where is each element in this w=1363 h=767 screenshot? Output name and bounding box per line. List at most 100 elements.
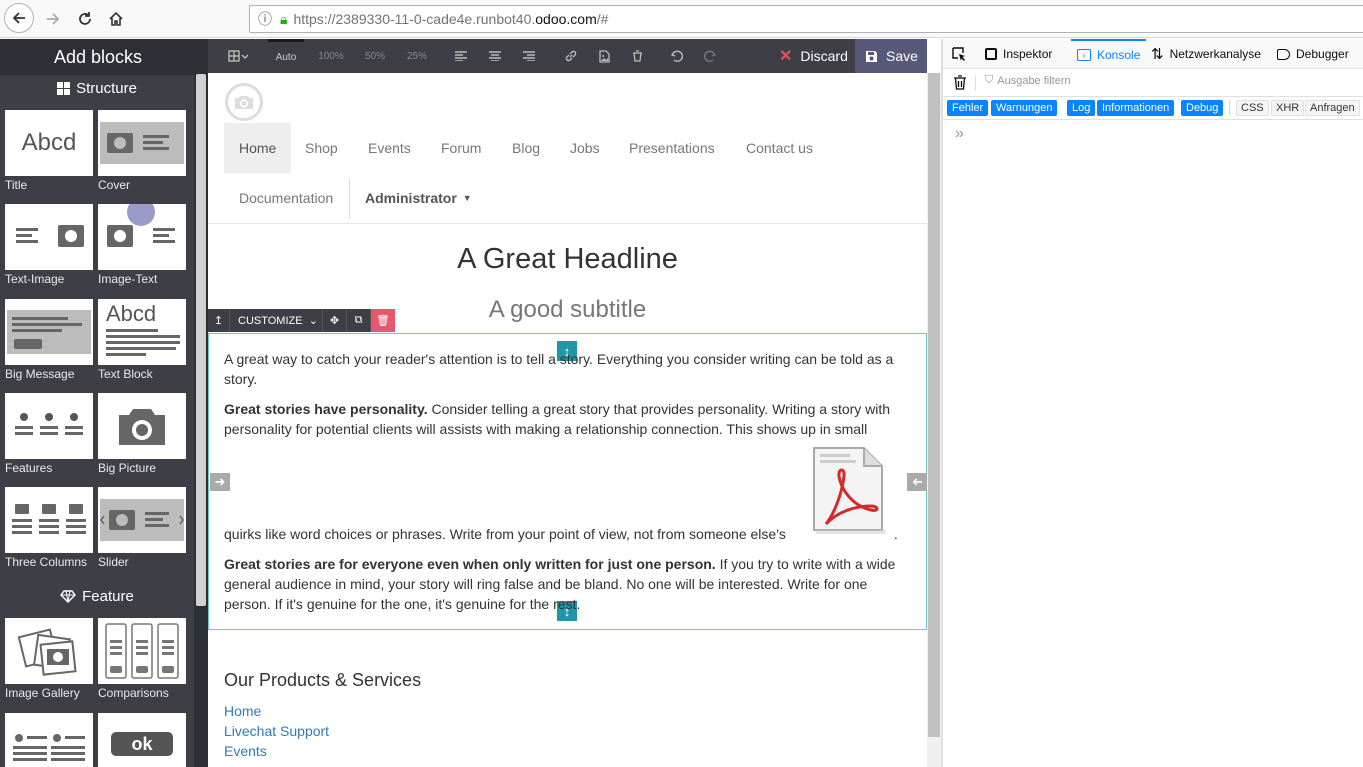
info-icon[interactable]: ⓘ [258,9,272,29]
layout-dropdown[interactable] [218,39,258,73]
block-features[interactable]: Features [5,393,93,475]
menu-item-home[interactable]: Home [224,123,292,173]
align-center-button[interactable] [482,39,508,73]
filter-xhr[interactable]: XHR [1271,100,1305,116]
home-button[interactable] [101,5,131,33]
menu-item-documentation[interactable]: Documentation [224,173,348,223]
devtools-panel: Inspektor › Konsole ⇅ Netzwerkanalyse De… [943,39,1363,767]
menu-item-shop[interactable]: Shop [290,123,353,173]
block-cover[interactable]: Cover [98,110,186,192]
sidebar-scroll-thumb[interactable] [196,74,206,606]
filter-fehler[interactable]: Fehler [947,100,989,116]
element-picker-button[interactable] [951,39,973,69]
paragraph-2-continued[interactable]: quirks like word choices or phrases. Wri… [224,524,914,544]
block-comparisons[interactable]: Comparisons [98,618,186,700]
menu-item-events[interactable]: Events [353,123,426,173]
browser-toolbar: ⓘ 🔒︎ https://2389330-11-0-cade4e.runbot4… [0,0,1363,38]
align-right-button[interactable] [516,39,542,73]
block-thumbnail [98,618,186,684]
paragraph-3[interactable]: Great stories are for everyone even when… [224,554,914,614]
close-icon: ✕ [779,48,793,65]
block-three-columns[interactable]: Three Columns [5,487,93,569]
block-text-image[interactable]: Text-Image [5,204,93,286]
pdf-icon[interactable] [808,444,888,536]
product-link-events[interactable]: Events [224,743,267,759]
block-thumbnail: Abcd [5,110,93,176]
remove-button[interactable]: 🗑︎ [371,309,395,332]
logo-camera-icon[interactable] [225,83,263,121]
resize-left-handle[interactable]: ➜ [210,473,230,491]
customize-dropdown[interactable]: CUSTOMIZE ⌄ [230,309,323,332]
menu-item-presentations[interactable]: Presentations [614,123,730,173]
filter-css[interactable]: CSS [1236,100,1269,116]
tab-label: Konsole [1097,48,1141,62]
headline[interactable]: A Great Headline [208,243,927,276]
reload-button[interactable] [70,5,100,33]
menu-item-forum[interactable]: Forum [426,123,496,173]
save-button[interactable]: Save [855,39,927,73]
filter-warnungen[interactable]: Warnungen [991,100,1058,116]
block-title[interactable]: Abcd Title [5,110,93,192]
product-link-livechat[interactable]: Livechat Support [224,723,329,739]
link-button[interactable] [558,39,584,73]
block-partial-list[interactable] [5,713,93,767]
block-label: Text-Image [5,272,65,286]
filter-placeholder: Ausgabe filtern [997,74,1071,87]
block-partial-button[interactable]: ok [98,713,186,767]
back-button[interactable] [4,3,34,33]
block-thumbnail [98,204,186,270]
block-slider[interactable]: Slider [98,487,186,569]
parent-select-button[interactable]: ↥ [208,309,230,332]
filter-anfragen[interactable]: Anfragen [1305,100,1360,116]
home-icon [109,11,123,26]
menu-item-contact-us[interactable]: Contact us [731,123,828,173]
url-bar[interactable]: ⓘ 🔒︎ https://2389330-11-0-cade4e.runbot4… [249,5,1363,33]
menu-item-jobs[interactable]: Jobs [555,123,615,173]
console-input-prompt[interactable]: » [955,125,964,143]
menu-item-blog[interactable]: Blog [497,123,555,173]
block-big-picture[interactable]: Big Picture [98,393,186,475]
block-text-block[interactable]: Abcd Text Block [98,299,186,381]
move-button[interactable]: ✥ [323,309,347,332]
page-scroll-thumb[interactable] [928,73,940,737]
block-image-text[interactable]: Image-Text [98,204,186,286]
width-25-button[interactable]: 25% [400,39,434,73]
resize-right-handle[interactable]: ➜ [907,473,927,491]
paragraph-1[interactable]: A great way to catch your reader's atten… [224,349,914,389]
width-100-button[interactable]: 100% [312,39,350,73]
tab-netzwerkanalyse[interactable]: ⇅ Netzwerkanalyse [1151,39,1261,69]
paragraph-2[interactable]: Great stories have personality. Consider… [224,399,914,439]
trash-icon [954,75,966,90]
sidebar-scrollbar[interactable] [194,72,208,767]
filter-debug[interactable]: Debug [1181,100,1224,116]
reload-icon [79,12,91,25]
redo-button[interactable] [697,39,723,73]
tab-konsole[interactable]: › Konsole [1071,39,1147,69]
clone-button[interactable]: ⧉ [347,309,371,332]
filter-informationen[interactable]: Informationen [1097,100,1175,116]
product-link-home[interactable]: Home [224,703,261,719]
image-button[interactable] [591,39,617,73]
discard-button[interactable]: ✕ Discard [771,39,855,73]
width-auto-button[interactable]: Auto [268,39,304,73]
align-left-button[interactable] [448,39,474,73]
block-image-gallery[interactable]: Image Gallery [5,618,93,700]
filter-log[interactable]: Log [1067,100,1096,116]
block-label: Image Gallery [5,686,80,700]
undo-button[interactable] [664,39,690,73]
text-lines-icon [106,329,180,356]
block-big-message[interactable]: Big Message [5,299,93,381]
filter-output-input[interactable]: ⛉ Ausgabe filtern [985,74,1071,87]
block-label: Features [5,461,53,475]
clear-console-button[interactable] [953,75,967,93]
width-50-button[interactable]: 50% [358,39,392,73]
tab-debugger[interactable]: Debugger [1277,39,1349,69]
forward-button[interactable] [38,5,68,33]
devtools-tabbar: Inspektor › Konsole ⇅ Netzwerkanalyse De… [943,39,1363,69]
delete-button[interactable] [624,39,650,73]
user-menu[interactable]: Administrator ▼ [350,173,487,223]
tab-label: Netzwerkanalyse [1169,47,1261,61]
clone-icon: ⧉ [354,314,363,326]
page-scrollbar[interactable] [927,73,941,767]
tab-inspektor[interactable]: Inspektor [985,39,1052,69]
